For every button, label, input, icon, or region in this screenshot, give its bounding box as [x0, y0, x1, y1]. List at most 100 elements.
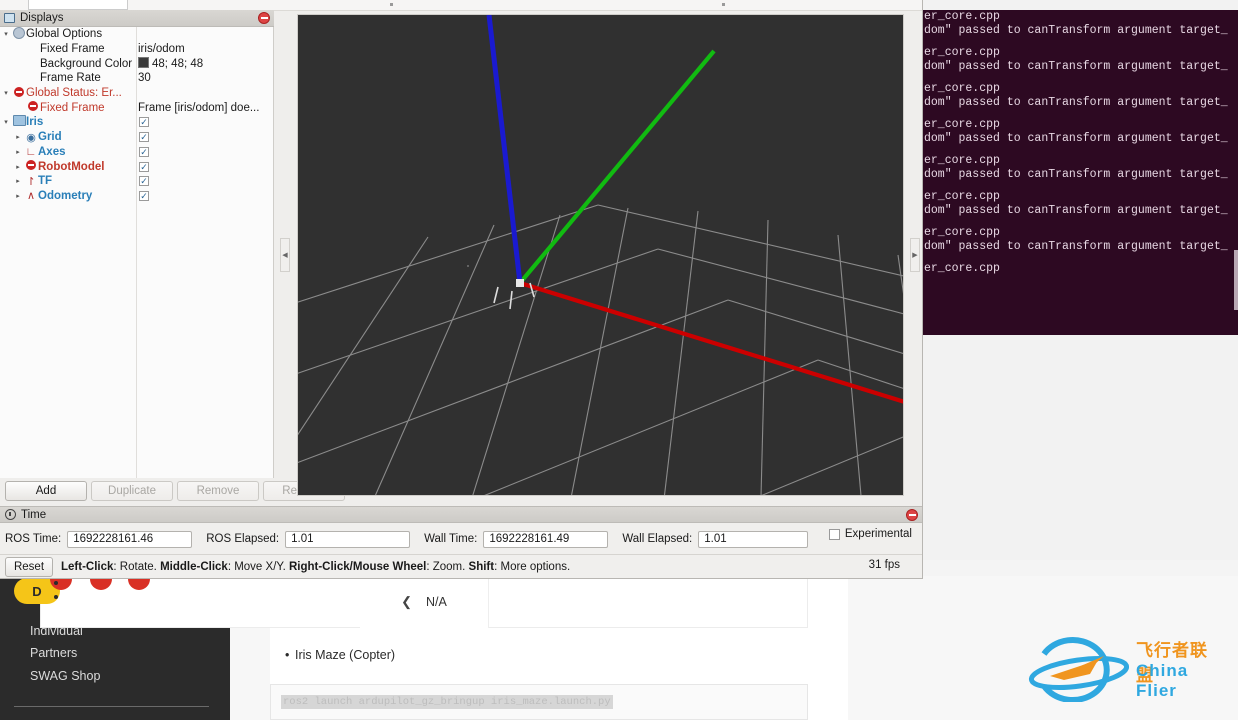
- hint-part: Right-Click/Mouse Wheel: [288, 560, 427, 573]
- tree-row-grid[interactable]: ▸ ◉ Grid ✓: [0, 130, 274, 145]
- terminal-line: er_core.cpp: [924, 82, 1000, 95]
- terminal-line: er_core.cpp: [924, 46, 1000, 59]
- chevron-icon[interactable]: ▾: [0, 118, 12, 126]
- tree-row-label: TF: [38, 175, 53, 188]
- tree-row-value: 48; 48; 48: [152, 58, 204, 71]
- tree-row-odometry[interactable]: ▸ ∧ Odometry ✓: [0, 189, 274, 204]
- tree-row-label: Background Color: [40, 57, 133, 70]
- 3d-viewport[interactable]: [297, 14, 904, 496]
- terminal-line: er_core.cpp: [924, 190, 1000, 203]
- tree-row-global-status-er[interactable]: ▾ Global Status: Er...: [0, 86, 274, 101]
- collapse-left-icon[interactable]: ◀: [280, 238, 290, 272]
- pager: ❮ N/A: [360, 576, 489, 628]
- visibility-checkbox[interactable]: ✓: [139, 161, 149, 172]
- tree-row-label: Global Options: [26, 28, 103, 41]
- visibility-checkbox[interactable]: ✓: [139, 146, 149, 157]
- tree-row-robotmodel[interactable]: ▸ RobotModel ✓: [0, 159, 274, 174]
- terminal-line: dom" passed to canTransform argument tar…: [924, 24, 1228, 37]
- tree-row-iris[interactable]: ▾ Iris ✓: [0, 115, 274, 130]
- displays-tree[interactable]: ▾ Global Options Fixed Frame iris/odom Backg…: [0, 27, 274, 478]
- close-icon[interactable]: [258, 12, 270, 24]
- rviz-window: Displays ▾ Global Options Fixed Frame iris/…: [0, 0, 923, 579]
- chevron-icon[interactable]: ▸: [12, 133, 24, 141]
- tree-row-global-options[interactable]: ▾ Global Options: [0, 27, 274, 42]
- fps-indicator: 31 fps: [868, 559, 900, 571]
- sidebar-link-swag-shop[interactable]: SWAG Shop: [30, 669, 100, 683]
- tree-row-label: Axes: [38, 145, 66, 158]
- hint-part: Left-Click: [61, 560, 114, 573]
- displays-panel-title: Displays: [20, 12, 64, 24]
- chevron-icon[interactable]: ▸: [12, 148, 24, 156]
- reset-button[interactable]: Reset: [5, 556, 53, 577]
- tree-row-fixed-frame[interactable]: Fixed Frame Frame [iris/odom] doe...: [0, 100, 274, 115]
- chevron-icon[interactable]: ▸: [12, 163, 24, 171]
- watermark-en-text: China Flier: [1136, 661, 1189, 700]
- chevron-left-icon[interactable]: ❮: [401, 594, 412, 610]
- tree-row-value-cell[interactable]: iris/odom: [138, 43, 185, 55]
- terminal-window[interactable]: er_core.cpp dom" passed to canTransform a…: [922, 10, 1238, 335]
- window-tab-stub[interactable]: [28, 0, 128, 10]
- wall-time-input[interactable]: 1692228161.49: [483, 530, 609, 548]
- visibility-checkbox[interactable]: ✓: [139, 132, 149, 143]
- tree-row-frame-rate[interactable]: Frame Rate 30: [0, 71, 274, 86]
- ros-time-input[interactable]: 1692228161.46: [67, 530, 193, 548]
- time-panel-titlebar: Time: [0, 506, 922, 523]
- sidebar-link-partners[interactable]: Partners: [30, 646, 77, 660]
- collapse-right-icon[interactable]: ▶: [910, 238, 920, 272]
- tree-row-label: Fixed Frame: [40, 43, 105, 56]
- axes-icon: ∟: [25, 145, 37, 158]
- tree-row-label: Global Status: Er...: [26, 87, 122, 100]
- tree-row-label: Iris: [26, 116, 44, 129]
- displays-button-row: Add Duplicate Remove Rename: [0, 478, 345, 504]
- terminal-line: er_core.cpp: [924, 10, 1000, 23]
- color-swatch[interactable]: [138, 57, 149, 69]
- visibility-checkbox[interactable]: ✓: [139, 190, 149, 201]
- ros-elapsed-input[interactable]: 1.01: [285, 530, 411, 548]
- ros-time-label: ROS Time:: [5, 533, 62, 545]
- add-button[interactable]: Add: [5, 481, 87, 501]
- wall-elapsed-label: Wall Elapsed:: [622, 533, 693, 545]
- terminal-line: er_core.cpp: [924, 262, 1000, 275]
- chevron-icon[interactable]: ▾: [0, 30, 12, 38]
- tree-row-value-cell[interactable]: 30: [138, 72, 151, 84]
- chevron-icon[interactable]: ▸: [12, 192, 24, 200]
- checkbox-icon[interactable]: [828, 528, 840, 540]
- hint-part: : Rotate.: [113, 560, 161, 573]
- tree-row-label: RobotModel: [38, 160, 105, 173]
- time-panel: Time ROS Time: 1692228161.46 ROS Elapsed…: [0, 506, 922, 578]
- tree-row-background-color[interactable]: Background Color 48; 48; 48: [0, 56, 274, 71]
- pager-value: N/A: [426, 595, 447, 609]
- time-panel-title: Time: [21, 508, 47, 521]
- experimental-checkbox[interactable]: Experimental: [828, 528, 912, 540]
- tree-row-fixed-frame[interactable]: Fixed Frame iris/odom: [0, 42, 274, 57]
- close-icon[interactable]: [906, 509, 918, 521]
- tree-row-axes[interactable]: ▸ ∟ Axes ✓: [0, 145, 274, 160]
- chevron-icon[interactable]: ▾: [0, 89, 12, 97]
- odometry-icon: ∧: [26, 190, 36, 203]
- visibility-checkbox[interactable]: ✓: [139, 176, 149, 187]
- code-block[interactable]: ros2 launch ardupilot_gz_bringup iris_ma…: [270, 684, 808, 720]
- tree-row-tf[interactable]: ▸ ↾ TF ✓: [0, 174, 274, 189]
- tree-row-value-cell[interactable]: Frame [iris/odom] doe...: [138, 102, 259, 114]
- wall-time-label: Wall Time:: [424, 533, 478, 545]
- terminal-line: dom" passed to canTransform argument tar…: [924, 240, 1228, 253]
- terminal-output: er_core.cpp dom" passed to canTransform a…: [922, 10, 1238, 276]
- chevron-icon[interactable]: ▸: [12, 177, 24, 185]
- folder-icon: [12, 115, 26, 129]
- error-icon: [26, 101, 40, 114]
- visibility-checkbox[interactable]: ✓: [139, 117, 149, 128]
- wall-elapsed-input[interactable]: 1.01: [698, 530, 809, 548]
- tree-row-value-cell[interactable]: 48; 48; 48: [138, 57, 203, 70]
- terminal-scrollbar[interactable]: [1234, 250, 1238, 310]
- china-flier-emblem-icon: [1028, 637, 1130, 703]
- watermark-logo: 飞行者联盟 China Flier: [1024, 628, 1224, 703]
- status-bar: Reset Left-Click: Rotate. Middle-Click: …: [0, 554, 922, 578]
- hint-part: : Zoom.: [426, 560, 469, 573]
- globe-icon: [12, 27, 26, 42]
